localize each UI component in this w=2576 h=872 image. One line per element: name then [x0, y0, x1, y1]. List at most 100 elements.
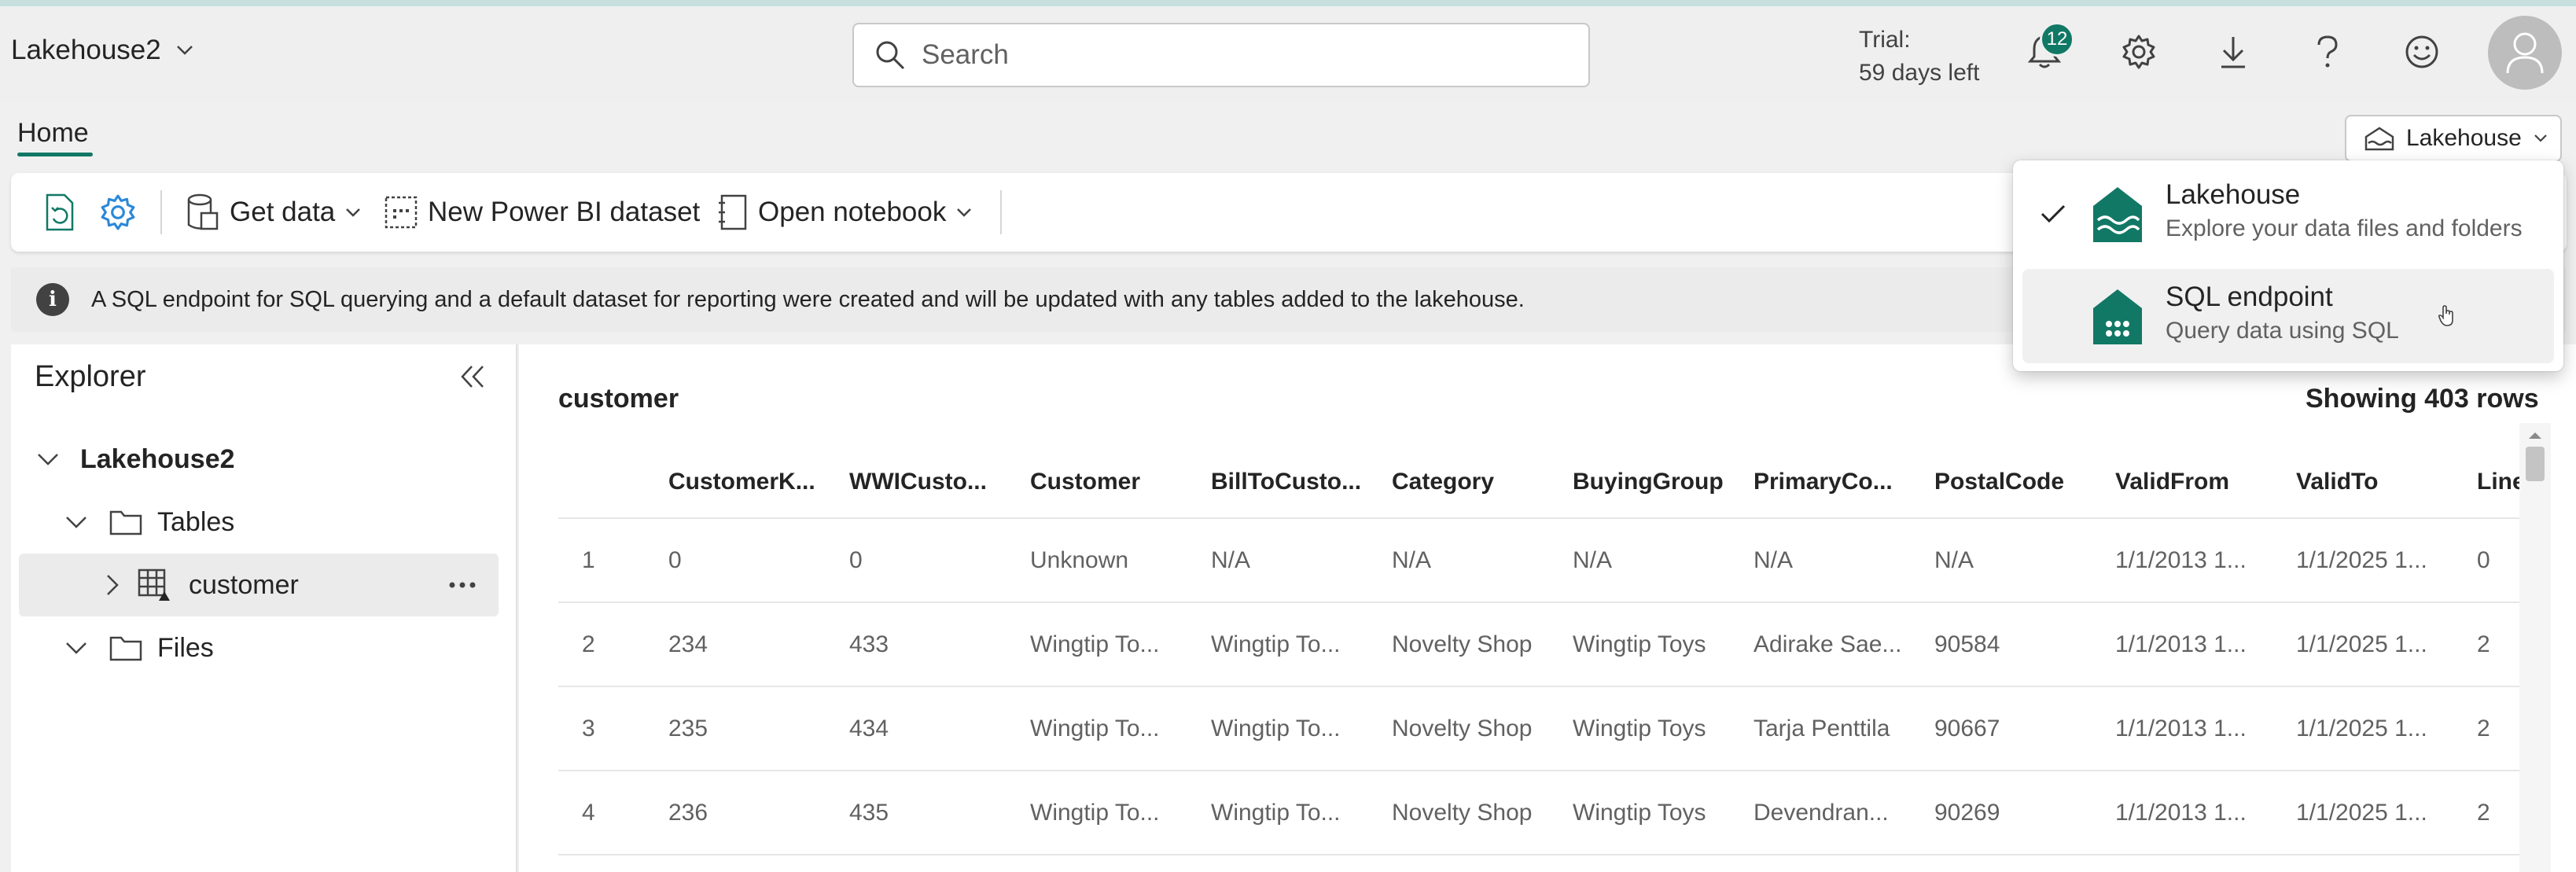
menu-item-title: SQL endpoint: [2166, 281, 2333, 312]
settings-button[interactable]: [99, 173, 137, 252]
refresh-icon: [42, 192, 80, 233]
column-header[interactable]: Category: [1392, 447, 1557, 517]
new-dataset-label: New Power BI dataset: [428, 197, 701, 227]
column-header[interactable]: PostalCode: [1934, 447, 2099, 517]
tab-home-underline: [17, 153, 93, 156]
search-input[interactable]: Search: [922, 39, 1009, 71]
column-header[interactable]: BillToCusto...: [1211, 447, 1376, 517]
table-cell: N/A: [1573, 546, 1613, 573]
column-header[interactable]: Line: [2477, 447, 2519, 517]
lakehouse-mode-switcher[interactable]: Lakehouse: [2345, 115, 2562, 162]
table-cell: 1/1/2025 1...: [2296, 715, 2427, 741]
avatar[interactable]: [2488, 16, 2562, 90]
table-icon: [137, 568, 171, 602]
database-icon: [186, 193, 220, 232]
table-cell: 235: [668, 715, 708, 741]
get-data-button[interactable]: Get data: [186, 173, 362, 252]
open-notebook-button[interactable]: Open notebook: [717, 173, 973, 252]
row-number: 2: [582, 631, 595, 657]
menu-item-subtitle: Query data using SQL: [2166, 318, 2399, 344]
download-icon[interactable]: [2210, 28, 2257, 75]
table-cell: Novelty Shop: [1392, 631, 1533, 657]
scrollbar-thumb[interactable]: [2526, 447, 2545, 481]
trial-days-left: 59 days left: [1859, 60, 1980, 86]
table-cell: Wingtip To...: [1211, 715, 1341, 741]
table-cell: 1/1/2013 1...: [2115, 715, 2247, 741]
smiley-icon[interactable]: [2398, 28, 2445, 75]
tree-item-customer[interactable]: customer: [19, 554, 499, 616]
notebook-icon: [717, 193, 749, 231]
menu-item-lakehouse[interactable]: Lakehouse Explore your data files and fo…: [2022, 167, 2554, 261]
chevron-down-icon: [64, 641, 88, 655]
trial-status[interactable]: Trial: 59 days left: [1859, 24, 1979, 90]
gear-icon[interactable]: [2115, 28, 2162, 75]
table-cell: 0: [2477, 546, 2490, 573]
menu-item-sql-endpoint[interactable]: SQL endpoint Query data using SQL: [2022, 269, 2554, 363]
table-cell: Wingtip To...: [1030, 799, 1160, 826]
column-header[interactable]: PrimaryCo...: [1754, 447, 1919, 517]
open-notebook-label: Open notebook: [758, 197, 947, 227]
row-number: 3: [582, 715, 595, 741]
column-header[interactable]: ValidTo: [2296, 447, 2461, 517]
table-cell: 234: [668, 631, 708, 657]
explorer-title: Explorer: [35, 360, 146, 393]
collapse-pane-icon[interactable]: [459, 363, 486, 390]
search-icon: [874, 39, 906, 71]
sql-endpoint-icon: [2090, 285, 2145, 348]
table-cell: Wingtip To...: [1030, 715, 1160, 741]
tree-item-files[interactable]: Files: [11, 616, 499, 679]
table-row[interactable]: 4 236 435 Wingtip To... Wingtip To... No…: [558, 771, 2519, 855]
get-data-label: Get data: [230, 197, 336, 227]
tab-home[interactable]: Home: [17, 118, 89, 149]
column-header[interactable]: CustomerK...: [668, 447, 834, 517]
table-cell: 2: [2477, 715, 2490, 741]
table-row[interactable]: 2 234 433 Wingtip To... Wingtip To... No…: [558, 603, 2519, 687]
table-cell: Adirake Sae...: [1754, 631, 1902, 657]
search-box[interactable]: Search: [852, 23, 1590, 87]
help-icon[interactable]: [2304, 28, 2351, 75]
more-options-icon[interactable]: [448, 581, 477, 589]
column-header[interactable]: BuyingGroup: [1573, 447, 1738, 517]
tree-item-lakehouse2[interactable]: Lakehouse2: [11, 428, 499, 491]
column-header[interactable]: ValidFrom: [2115, 447, 2280, 517]
info-message: A SQL endpoint for SQL querying and a de…: [91, 286, 1525, 312]
vertical-scrollbar[interactable]: [2519, 423, 2551, 872]
chevron-down-icon: [2533, 133, 2548, 144]
menu-item-title: Lakehouse: [2166, 179, 2301, 210]
grid-header-row: CustomerK... WWICusto... Customer BillTo…: [558, 447, 2519, 519]
explorer-pane: Explorer Lakehouse2 Tables customer File…: [11, 344, 517, 872]
workspace-switcher[interactable]: Lakehouse2: [11, 35, 194, 66]
table-cell: Wingtip To...: [1211, 631, 1341, 657]
tree-item-tables[interactable]: Tables: [11, 491, 499, 554]
new-power-bi-dataset-button[interactable]: New Power BI dataset: [384, 173, 700, 252]
table-cell: 90584: [1934, 631, 2000, 657]
table-row[interactable]: 1 0 0 Unknown N/A N/A N/A N/A N/A 1/1/20…: [558, 519, 2519, 603]
refresh-button[interactable]: [42, 173, 80, 252]
chevron-down-icon: [175, 44, 194, 57]
table-cell: Novelty Shop: [1392, 715, 1533, 741]
table-cell: Tarja Penttila: [1754, 715, 1890, 741]
gear-icon: [99, 193, 137, 231]
table-cell: 1/1/2013 1...: [2115, 799, 2247, 826]
chevron-down-icon: [955, 207, 973, 218]
scroll-up-icon[interactable]: [2519, 423, 2551, 447]
table-cell: 90269: [1934, 799, 2000, 826]
workspace-title: Lakehouse2: [11, 35, 161, 65]
table-cell: 1/1/2025 1...: [2296, 799, 2427, 826]
table-cell: 435: [849, 799, 889, 826]
column-header[interactable]: WWICusto...: [849, 447, 1014, 517]
column-header[interactable]: Customer: [1030, 447, 1195, 517]
notification-badge: 12: [2040, 22, 2074, 57]
table-cell: Wingtip Toys: [1573, 631, 1706, 657]
folder-icon: [109, 634, 143, 662]
checkmark-icon: [2040, 203, 2066, 225]
lakehouse-mode-menu: Lakehouse Explore your data files and fo…: [2013, 160, 2563, 371]
files-folder-label: Files: [157, 632, 214, 663]
table-cell: N/A: [1211, 546, 1251, 573]
table-cell: 1/1/2025 1...: [2296, 631, 2427, 657]
tables-folder-label: Tables: [157, 506, 235, 537]
data-preview-pane: customer Showing 403 rows CustomerK... W…: [519, 344, 2576, 872]
row-count: Showing 403 rows: [2306, 384, 2539, 414]
folder-icon: [109, 508, 143, 536]
table-row[interactable]: 3 235 434 Wingtip To... Wingtip To... No…: [558, 687, 2519, 771]
